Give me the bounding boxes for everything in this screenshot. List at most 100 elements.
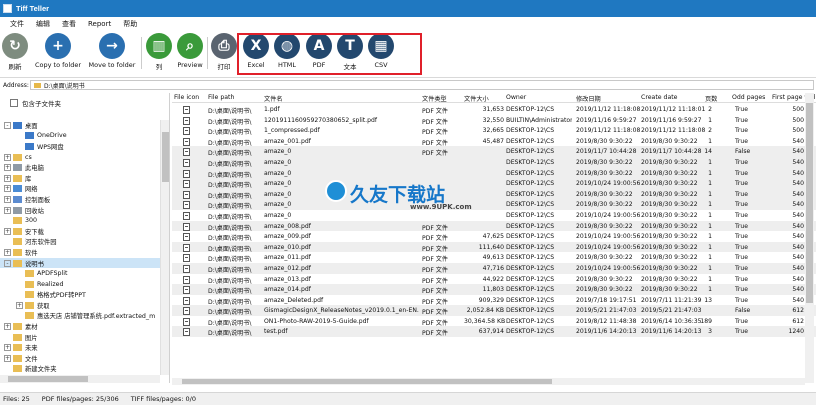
- include-subfolders-option[interactable]: 包含子文件夹: [0, 93, 169, 113]
- folder-tree-item[interactable]: WPS网盘: [0, 141, 160, 152]
- file-row[interactable]: D:\桌面\说明书\ amaze_0 DESKTOP-12\CS 2019/8/30 …: [172, 188, 816, 200]
- expand-icon[interactable]: +: [4, 153, 11, 161]
- file-row[interactable]: D:\桌面\说明书\ amaze_0 DESKTOP-12\CS 2019/10/24…: [172, 210, 816, 221]
- folder-tree-item[interactable]: + 软件: [0, 247, 160, 258]
- file-row[interactable]: D:\桌面\说明书\ GismagicDesignX_ReleaseNotes_v…: [172, 305, 816, 316]
- menu-help[interactable]: 帮助: [117, 19, 143, 29]
- odd-pages-cell: True: [735, 158, 748, 166]
- file-row[interactable]: D:\桌面\说明书\ amaze_0 DESKTOP-12\CS 2019/8/30 …: [172, 167, 816, 179]
- first-page-width-cell: 540: [792, 158, 804, 166]
- file-list-horizontal-scrollbar[interactable]: [172, 378, 805, 385]
- column-header-created[interactable]: Create date: [641, 94, 677, 101]
- folder-tree-item[interactable]: 新建文件夹: [0, 364, 160, 375]
- file-row[interactable]: D:\桌面\说明书\ 1.pdf PDF 文件 31,653 DESKTOP-12\CS…: [172, 104, 816, 115]
- expand-icon[interactable]: +: [4, 206, 11, 214]
- file-row[interactable]: D:\桌面\说明书\ 1_compressed.pdf PDF 文件 32,665 DE…: [172, 125, 816, 136]
- file-row[interactable]: D:\桌面\说明书\ test.pdf PDF 文件 637,914 DESKTOP-1…: [172, 326, 816, 337]
- menu-edit[interactable]: 编辑: [30, 19, 56, 29]
- column-header-file-name[interactable]: 文件名: [264, 94, 283, 103]
- folder-tree-item[interactable]: + 未来: [0, 342, 160, 353]
- file-row[interactable]: D:\桌面\说明书\ amaze_011.pdf PDF 文件 49,613 DESKT…: [172, 252, 816, 263]
- pdf-file-icon: [183, 307, 190, 316]
- column-header-file-icon[interactable]: File icon: [174, 94, 199, 101]
- folder-tree-item[interactable]: + cs: [0, 152, 160, 163]
- expand-icon[interactable]: +: [4, 164, 11, 172]
- folder-tree-item[interactable]: - 桌面: [0, 120, 160, 131]
- folder-tree-item[interactable]: - 说明书: [0, 257, 160, 269]
- file-list-vertical-scrollbar[interactable]: [805, 93, 814, 383]
- modified-date-cell: 2019/10/24 19:00:56: [576, 243, 641, 251]
- collapse-icon[interactable]: -: [4, 121, 11, 129]
- move-to-folder-button[interactable]: → Move to folder: [86, 33, 138, 75]
- column-header-pages[interactable]: 页数: [705, 94, 717, 103]
- column-header-file-type[interactable]: 文件类型: [422, 94, 447, 103]
- scrollbar-thumb[interactable]: [162, 132, 169, 182]
- address-field[interactable]: D:\桌面\说明书: [30, 80, 814, 90]
- file-row[interactable]: D:\桌面\说明书\ amaze_001.pdf PDF 文件 45,487 DESKT…: [172, 136, 816, 147]
- file-row[interactable]: D:\桌面\说明书\ amaze_008.pdf PDF 文件 DESKTOP-12\…: [172, 220, 816, 232]
- folder-tree-item[interactable]: 格格式PDF转PPT: [0, 290, 160, 301]
- file-row[interactable]: D:\桌面\说明书\ amaze_0 DESKTOP-12\CS 2019/8/30 …: [172, 156, 816, 168]
- expand-icon[interactable]: +: [4, 227, 11, 235]
- folder-tree-item[interactable]: OneDrive: [0, 131, 160, 142]
- folder-tree-item[interactable]: 300: [0, 215, 160, 226]
- preview-button[interactable]: ⌕ Preview: [175, 33, 205, 75]
- folder-tree-item[interactable]: + 获取: [0, 300, 160, 311]
- columns-button[interactable]: ▥ 列: [146, 33, 172, 75]
- folder-tree-item[interactable]: + 文件: [0, 353, 160, 364]
- expand-icon[interactable]: +: [16, 301, 23, 309]
- file-row[interactable]: D:\桌面\说明书\ amaze_0 PDF 文件 DESKTOP-12\CS 2019…: [172, 146, 816, 157]
- column-header-modified[interactable]: 修改日期: [576, 94, 601, 103]
- folder-tree-vertical-scrollbar[interactable]: [160, 120, 169, 375]
- expand-icon[interactable]: +: [4, 185, 11, 193]
- menu-view[interactable]: 查看: [56, 19, 82, 29]
- file-row[interactable]: D:\桌面\说明书\ amaze_0 DESKTOP-12\CS 2019/8/30 …: [172, 199, 816, 210]
- file-row[interactable]: D:\桌面\说明书\ amaze_013.pdf PDF 文件 44,922 DESKT…: [172, 274, 816, 285]
- copy-to-folder-button[interactable]: + Copy to folder: [32, 33, 84, 75]
- folder-tree-item[interactable]: + 安下载: [0, 226, 160, 237]
- refresh-button[interactable]: ↻ 刷新: [2, 33, 28, 75]
- expand-icon[interactable]: +: [4, 248, 11, 256]
- file-row[interactable]: D:\桌面\说明书\ ON1-Photo-RAW-2019-5-Guide.pdf…: [172, 316, 816, 327]
- expand-icon[interactable]: +: [4, 344, 11, 352]
- file-row[interactable]: D:\桌面\说明书\ amaze_Deleted.pdf PDF 文件 909,329…: [172, 295, 816, 306]
- create-date-cell: 2019/8/30 9:30:22: [641, 222, 698, 230]
- print-button[interactable]: ⎙ 打印: [211, 33, 237, 75]
- folder-tree-item[interactable]: + 控制面板: [0, 194, 160, 205]
- menu-report[interactable]: Report: [82, 20, 117, 28]
- folder-tree-item[interactable]: + 回收站: [0, 205, 160, 216]
- folder-tree-item[interactable]: 惠选天店 店铺管理系统.pdf.extracted_m: [0, 311, 160, 322]
- folder-tree-item[interactable]: 图片: [0, 332, 160, 343]
- file-row[interactable]: D:\桌面\说明书\ amaze_014.pdf PDF 文件 11,803 DESKT…: [172, 284, 816, 295]
- status-bar: Files: 25 PDF files/pages: 25/306 TIFF f…: [0, 392, 816, 405]
- file-row[interactable]: D:\桌面\说明书\ amaze_012.pdf PDF 文件 47,716 DESKT…: [172, 262, 816, 274]
- expand-icon[interactable]: +: [4, 354, 11, 362]
- column-header-owner[interactable]: Owner: [506, 94, 526, 101]
- menu-file[interactable]: 文件: [4, 19, 30, 29]
- folder-tree-item[interactable]: Realized: [0, 279, 160, 290]
- file-row[interactable]: D:\桌面\说明书\ amaze_009.pdf PDF 文件 47,625 DESKT…: [172, 231, 816, 242]
- folder-tree-item[interactable]: APDFSplit: [0, 268, 160, 279]
- include-subfolders-checkbox[interactable]: [10, 99, 18, 107]
- expand-icon[interactable]: +: [4, 195, 11, 203]
- scrollbar-thumb[interactable]: [8, 376, 88, 382]
- column-header-odd-pages[interactable]: Odd pages: [732, 94, 765, 101]
- folder-tree-item[interactable]: + 网络: [0, 184, 160, 195]
- column-header-file-path[interactable]: File path: [208, 94, 234, 101]
- file-row[interactable]: D:\桌面\说明书\ amaze_010.pdf PDF 文件 111,640 DESK…: [172, 241, 816, 253]
- folder-tree-item[interactable]: + 此电脑: [0, 162, 160, 173]
- file-row[interactable]: D:\桌面\说明书\ 1201911160959270380652_split.p…: [172, 115, 816, 126]
- scrollbar-thumb[interactable]: [182, 379, 552, 384]
- folder-tree-item[interactable]: + 素材: [0, 321, 160, 332]
- file-row[interactable]: D:\桌面\说明书\ amaze_0 DESKTOP-12\CS 2019/10/24…: [172, 178, 816, 189]
- collapse-icon[interactable]: -: [4, 259, 11, 267]
- expand-icon[interactable]: +: [4, 174, 11, 182]
- folder-tree-horizontal-scrollbar[interactable]: [0, 375, 160, 383]
- folder-tree-item[interactable]: 河东软件园: [0, 237, 160, 248]
- column-header-file-size[interactable]: 文件大小: [464, 94, 489, 103]
- scrollbar-thumb[interactable]: [806, 103, 813, 303]
- first-page-width-cell: 540: [792, 180, 804, 188]
- folder-tree-item[interactable]: + 库: [0, 173, 160, 184]
- modified-date-cell: 2019/8/30 9:30:22: [576, 275, 633, 283]
- expand-icon[interactable]: +: [4, 323, 11, 331]
